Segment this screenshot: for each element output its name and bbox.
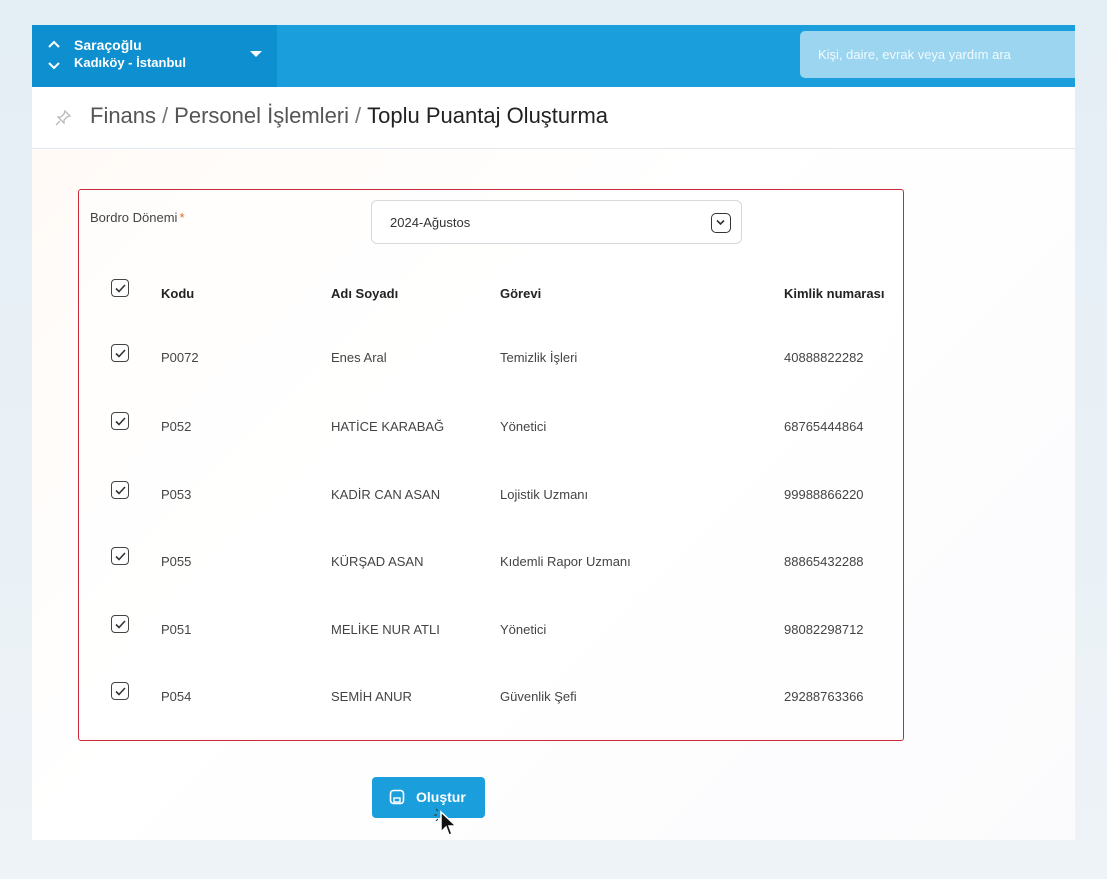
required-mark: * bbox=[179, 210, 185, 225]
cell-code: P0072 bbox=[161, 350, 199, 365]
cell-code: P053 bbox=[161, 487, 192, 502]
row-checkbox[interactable] bbox=[111, 412, 129, 430]
row-checkbox[interactable] bbox=[111, 481, 129, 499]
select-all-checkbox[interactable] bbox=[111, 279, 129, 297]
create-button-label: Oluştur bbox=[416, 789, 466, 805]
cell-name: Enes Aral bbox=[331, 350, 387, 365]
cell-id: 40888822282 bbox=[784, 350, 864, 365]
create-button[interactable]: Oluştur bbox=[372, 777, 485, 818]
cell-role: Temizlik İşleri bbox=[500, 350, 578, 365]
top-bar: Saraçoğlu Kadıköy - İstanbul bbox=[32, 25, 1075, 87]
column-header-role[interactable]: Görevi bbox=[500, 286, 541, 301]
breadcrumb-separator: / bbox=[355, 103, 362, 128]
mouse-pointer-icon bbox=[433, 806, 459, 838]
cell-name: KADİR CAN ASAN bbox=[331, 487, 441, 502]
breadcrumb-separator: / bbox=[162, 103, 169, 128]
period-label: Bordro Dönemi * bbox=[90, 210, 185, 225]
cell-code: P054 bbox=[161, 689, 192, 704]
search-input[interactable] bbox=[800, 31, 1075, 78]
organization-switcher[interactable]: Saraçoğlu Kadıköy - İstanbul bbox=[32, 25, 277, 87]
cell-name: KÜRŞAD ASAN bbox=[331, 554, 424, 569]
period-select-value: 2024-Ağustos bbox=[390, 215, 471, 230]
organization-name: Saraçoğlu bbox=[74, 37, 142, 53]
content-area: Bordro Dönemi * 2024-Ağustos Kodu Adı Soy… bbox=[32, 150, 1075, 840]
cell-role: Kıdemli Rapor Uzmanı bbox=[500, 554, 631, 569]
app-window: Saraçoğlu Kadıköy - İstanbul Finans/Pers… bbox=[32, 25, 1075, 840]
cell-code: P055 bbox=[161, 554, 192, 569]
breadcrumb: Finans / Personel İşlemleri / Toplu Puantaj … bbox=[90, 103, 608, 129]
chevron-down-icon[interactable] bbox=[711, 213, 731, 233]
breadcrumb-item-finans[interactable]: Finans bbox=[90, 103, 156, 128]
column-header-code[interactable]: Kodu bbox=[161, 286, 194, 301]
cell-code: P052 bbox=[161, 419, 192, 434]
cell-role: Güvenlik Şefi bbox=[500, 689, 577, 704]
page-title: Toplu Puantaj Oluşturma bbox=[367, 103, 609, 128]
period-label-text: Bordro Dönemi bbox=[90, 210, 178, 225]
cell-role: Yönetici bbox=[500, 419, 547, 434]
row-checkbox[interactable] bbox=[111, 682, 129, 700]
period-select[interactable]: 2024-Ağustos bbox=[371, 200, 742, 244]
cell-name: HATİCE KARABAĞ bbox=[331, 419, 445, 434]
column-header-id[interactable]: Kimlik numarası bbox=[784, 286, 884, 301]
organization-location: Kadıköy - İstanbul bbox=[74, 55, 186, 70]
row-checkbox[interactable] bbox=[111, 547, 129, 565]
save-icon bbox=[389, 789, 405, 805]
cell-id: 98082298712 bbox=[784, 622, 864, 637]
pin-icon[interactable] bbox=[54, 109, 72, 127]
cell-role: Lojistik Uzmanı bbox=[500, 487, 589, 502]
cell-id: 99988866220 bbox=[784, 487, 864, 502]
cell-role: Yönetici bbox=[500, 622, 547, 637]
cell-id: 68765444864 bbox=[784, 419, 864, 434]
breadcrumb-item-personel[interactable]: Personel İşlemleri bbox=[174, 103, 349, 128]
column-header-name[interactable]: Adı Soyadı bbox=[331, 286, 398, 301]
row-checkbox[interactable] bbox=[111, 344, 129, 362]
payroll-panel: Bordro Dönemi * 2024-Ağustos Kodu Adı Soy… bbox=[78, 189, 904, 741]
caret-down-icon[interactable] bbox=[249, 47, 263, 61]
cell-code: P051 bbox=[161, 622, 192, 637]
chevron-up-down-icon[interactable] bbox=[46, 37, 62, 73]
row-checkbox[interactable] bbox=[111, 615, 129, 633]
cell-name: MELİKE NUR ATLI bbox=[331, 622, 440, 637]
cell-name: SEMİH ANUR bbox=[331, 689, 412, 704]
cell-id: 29288763366 bbox=[784, 689, 864, 704]
cell-id: 88865432288 bbox=[784, 554, 864, 569]
breadcrumb-bar: Finans / Personel İşlemleri / Toplu Puantaj … bbox=[32, 87, 1075, 149]
